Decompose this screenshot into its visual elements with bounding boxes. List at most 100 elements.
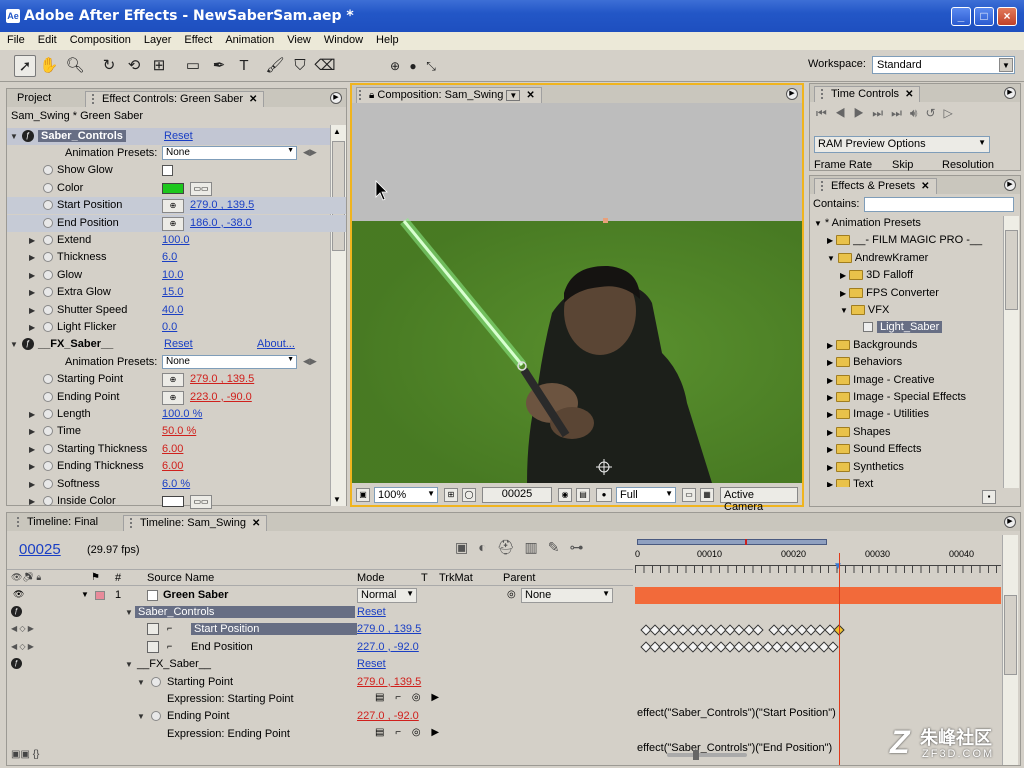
- pan-behind-icon[interactable]: ⊞: [148, 55, 170, 77]
- stopwatch-icon[interactable]: [43, 217, 53, 228]
- tree-item[interactable]: Light_Saber: [853, 321, 943, 338]
- tree-item[interactable]: ▶ Image - Special Effects: [827, 391, 966, 408]
- color-swatch[interactable]: [162, 182, 184, 194]
- about-link[interactable]: About...: [257, 338, 295, 350]
- rotate-tool-icon[interactable]: ↻: [98, 55, 120, 77]
- timeline-property-row[interactable]: Expression: Starting Point ▤ ⌐ ◎ ▶: [7, 691, 633, 708]
- panel-menu-icon[interactable]: ▶: [330, 92, 342, 104]
- brainstorm-icon[interactable]: ⊶: [569, 539, 593, 555]
- always-preview-icon[interactable]: ▣: [356, 488, 370, 502]
- workspace-dropdown[interactable]: Standard ▼: [872, 56, 1015, 74]
- tree-item[interactable]: ▶ Text: [827, 478, 873, 487]
- current-time-display[interactable]: 00025: [19, 541, 61, 558]
- orbit-camera-icon[interactable]: ⟲: [123, 55, 145, 77]
- layer-row[interactable]: 👁︎ ▼ 1 Green Saber Normal ▼ ◎ None ▼: [7, 587, 633, 604]
- effect-property-row[interactable]: ▶ Softness 6.0 %: [7, 476, 346, 493]
- snapshot-icon[interactable]: ◉: [558, 488, 572, 502]
- close-icon[interactable]: ✕: [921, 181, 929, 192]
- menu-layer[interactable]: Layer: [137, 32, 178, 46]
- crosshair-icon[interactable]: ⊕: [162, 390, 184, 405]
- tree-item[interactable]: ▶ Backgrounds: [827, 339, 917, 356]
- property-value[interactable]: 279.0 , 139.5: [357, 623, 421, 635]
- stopwatch-icon[interactable]: [43, 304, 53, 315]
- property-value[interactable]: 279.0 , 139.5: [190, 199, 254, 211]
- minimize-button[interactable]: _: [951, 7, 971, 26]
- zoom-slider[interactable]: [667, 750, 747, 760]
- effect-group-saber-controls[interactable]: ▼ ƒ Saber_Controls Reset: [7, 128, 346, 145]
- tree-item[interactable]: ▶ Sound Effects: [827, 443, 921, 460]
- composition-viewer[interactable]: [352, 103, 802, 483]
- tree-item[interactable]: ▼ VFX: [840, 304, 889, 321]
- stopwatch-icon[interactable]: [151, 676, 161, 687]
- tab-composition[interactable]: 🔒︎ Composition: Sam_Swing ▼ ✕: [356, 87, 542, 103]
- stopwatch-icon[interactable]: [147, 640, 159, 653]
- menu-effect[interactable]: Effect: [177, 32, 218, 46]
- stopwatch-icon[interactable]: [43, 287, 53, 298]
- eye-icon[interactable]: 👁︎: [13, 589, 24, 600]
- tree-item[interactable]: ▶ Image - Utilities: [827, 408, 929, 425]
- tree-item[interactable]: ▶ __- FILM MAGIC PRO -__: [827, 234, 982, 251]
- ram-preview-dropdown[interactable]: RAM Preview Options ▼: [814, 136, 990, 153]
- tree-item[interactable]: ▶ 3D Falloff: [840, 269, 913, 286]
- next-frame-icon[interactable]: ⏭: [872, 106, 891, 120]
- tab-effects-presets[interactable]: Effects & Presets ✕: [814, 178, 937, 194]
- effect-property-row[interactable]: Ending Point ⊕ 223.0 , -90.0: [7, 389, 346, 406]
- last-frame-icon[interactable]: ⏭: [891, 106, 910, 120]
- fx-toggle-icon[interactable]: ƒ: [22, 338, 34, 351]
- tab-effect-controls[interactable]: Effect Controls: Green Saber ✕: [85, 91, 265, 107]
- property-value[interactable]: Reset: [357, 606, 386, 618]
- property-value[interactable]: 6.00: [162, 443, 183, 455]
- stopwatch-icon[interactable]: [43, 409, 53, 419]
- property-value[interactable]: Reset: [357, 658, 386, 670]
- current-time-field[interactable]: 00025: [482, 487, 552, 503]
- property-value[interactable]: 40.0: [162, 304, 183, 316]
- start-position-keyframes[interactable]: [640, 624, 845, 636]
- tree-item[interactable]: ▶ FPS Converter: [840, 287, 939, 304]
- property-value[interactable]: 227.0 , -92.0: [357, 710, 419, 722]
- property-value[interactable]: 6.00: [162, 460, 183, 472]
- effect-property-row[interactable]: Start Position ⊕ 279.0 , 139.5: [7, 197, 346, 215]
- stopwatch-icon[interactable]: [43, 252, 53, 263]
- close-button[interactable]: ×: [997, 7, 1017, 26]
- stopwatch-icon[interactable]: [43, 443, 53, 454]
- effects-scrollbar[interactable]: [1003, 216, 1019, 488]
- color-swatch[interactable]: [162, 496, 184, 507]
- close-icon[interactable]: ✕: [252, 518, 260, 529]
- region-icon[interactable]: ▭: [682, 488, 696, 502]
- tree-item[interactable]: ▼ * Animation Presets: [814, 217, 921, 234]
- hand-tool-icon[interactable]: ✋: [38, 55, 60, 77]
- prev-frame-icon[interactable]: ◀: [835, 106, 854, 120]
- panel-menu-icon[interactable]: ▶: [1004, 87, 1016, 99]
- effect-property-row[interactable]: ▶ Shutter Speed 40.0: [7, 302, 346, 319]
- stopwatch-icon[interactable]: [43, 235, 53, 245]
- panel-menu-icon[interactable]: ▶: [1004, 516, 1016, 528]
- stopwatch-icon[interactable]: [43, 426, 53, 437]
- effect-property-row[interactable]: ▶ Time 50.0 %: [7, 423, 346, 440]
- reset-link[interactable]: Reset: [164, 130, 193, 142]
- property-value[interactable]: 6.0 %: [162, 478, 190, 490]
- stopwatch-icon[interactable]: [43, 322, 53, 332]
- effect-property-row[interactable]: ▶ Length 100.0 %: [7, 406, 346, 423]
- view-axis-icon[interactable]: ⤡: [420, 55, 442, 77]
- toggle-panes-icon[interactable]: ▣▣: [11, 749, 30, 760]
- property-value[interactable]: 100.0: [162, 234, 190, 246]
- play-icon[interactable]: ▶: [854, 106, 873, 120]
- property-value[interactable]: 100.0 %: [162, 408, 202, 420]
- menu-file[interactable]: File: [0, 32, 31, 46]
- crosshair-icon[interactable]: ⊕: [162, 373, 184, 388]
- zoom-dropdown[interactable]: 100% ▼: [374, 487, 438, 503]
- search-input[interactable]: [864, 197, 1014, 212]
- timeline-property-row[interactable]: Expression: Ending Point ▤ ⌐ ◎ ▶: [7, 726, 633, 743]
- eyedropper-icon[interactable]: ▭▭: [190, 495, 212, 509]
- crosshair-icon[interactable]: ⊕: [162, 199, 184, 214]
- fx-toggle-icon[interactable]: ƒ: [22, 130, 34, 142]
- tab-time-controls[interactable]: Time Controls ✕: [814, 86, 921, 102]
- expression-start-text[interactable]: effect("Saber_Controls")("Start Position…: [637, 707, 836, 719]
- effect-property-row[interactable]: ▶ Extra Glow 15.0: [7, 284, 346, 301]
- stopwatch-icon[interactable]: [43, 391, 53, 402]
- draft-3d-icon[interactable]: ⛑: [497, 539, 525, 555]
- close-icon[interactable]: ✕: [526, 90, 534, 101]
- time-ruler[interactable]: 0 00010 00020 00030 00040 ▼: [635, 535, 1001, 587]
- stopwatch-icon[interactable]: [147, 623, 159, 636]
- effect-property-row[interactable]: Animation Presets: None ▼ ◀▶: [7, 354, 346, 371]
